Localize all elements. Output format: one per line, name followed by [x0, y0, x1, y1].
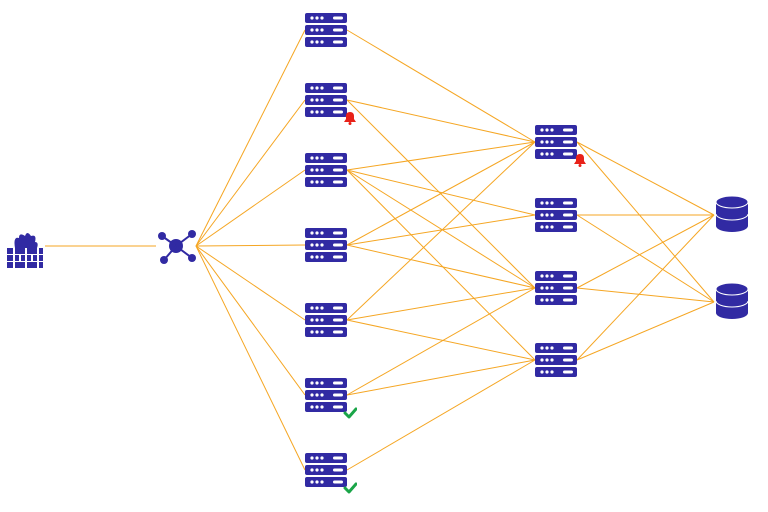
firewall-icon: [3, 224, 47, 268]
database-node-db2: [712, 282, 752, 322]
connection-line: [196, 30, 305, 246]
database-icon: [712, 195, 752, 235]
server-node-svrA4: [303, 226, 349, 264]
database-icon: [712, 282, 752, 322]
connection-line: [577, 215, 714, 360]
hub-node-router: [154, 224, 198, 268]
connection-line: [196, 100, 305, 246]
connection-line: [347, 320, 535, 360]
server-icon: [533, 269, 579, 307]
connection-line: [347, 245, 535, 288]
connection-line: [196, 246, 305, 470]
connection-line: [196, 246, 305, 320]
connection-line: [347, 360, 535, 470]
hub-icon: [154, 224, 198, 268]
server-node-svrA1: [303, 11, 349, 49]
server-icon: [303, 301, 349, 339]
connection-line: [347, 142, 535, 170]
server-icon: [303, 226, 349, 264]
connection-line: [577, 142, 714, 215]
connection-line: [577, 215, 714, 288]
connection-line: [347, 360, 535, 395]
connection-line: [577, 142, 714, 302]
server-node-svrA3: [303, 151, 349, 189]
connection-line: [347, 170, 535, 215]
database-node-db1: [712, 195, 752, 235]
checkmark-icon: [343, 481, 357, 495]
connection-layer: [0, 0, 768, 512]
alert-bell-icon: [343, 111, 357, 125]
server-node-svrB3: [533, 269, 579, 307]
server-node-svrB2: [533, 196, 579, 234]
server-node-svrA5: [303, 301, 349, 339]
connection-line: [577, 215, 714, 302]
server-icon: [533, 196, 579, 234]
server-node-svrA2: [303, 81, 349, 119]
connection-line: [347, 30, 535, 142]
server-node-svrB1: [533, 123, 579, 161]
connection-line: [196, 170, 305, 246]
server-icon: [303, 151, 349, 189]
server-node-svrA6: [303, 376, 349, 414]
connection-line: [347, 170, 535, 360]
connection-line: [577, 288, 714, 302]
checkmark-icon: [343, 406, 357, 420]
connection-line: [196, 245, 305, 246]
connection-line: [347, 100, 535, 142]
alert-bell-icon: [573, 153, 587, 167]
server-node-svrA7: [303, 451, 349, 489]
server-icon: [303, 11, 349, 49]
firewall-node-firewall: [3, 224, 47, 268]
server-node-svrB4: [533, 341, 579, 379]
server-icon: [533, 341, 579, 379]
connection-line: [577, 302, 714, 360]
connection-line: [196, 246, 305, 395]
